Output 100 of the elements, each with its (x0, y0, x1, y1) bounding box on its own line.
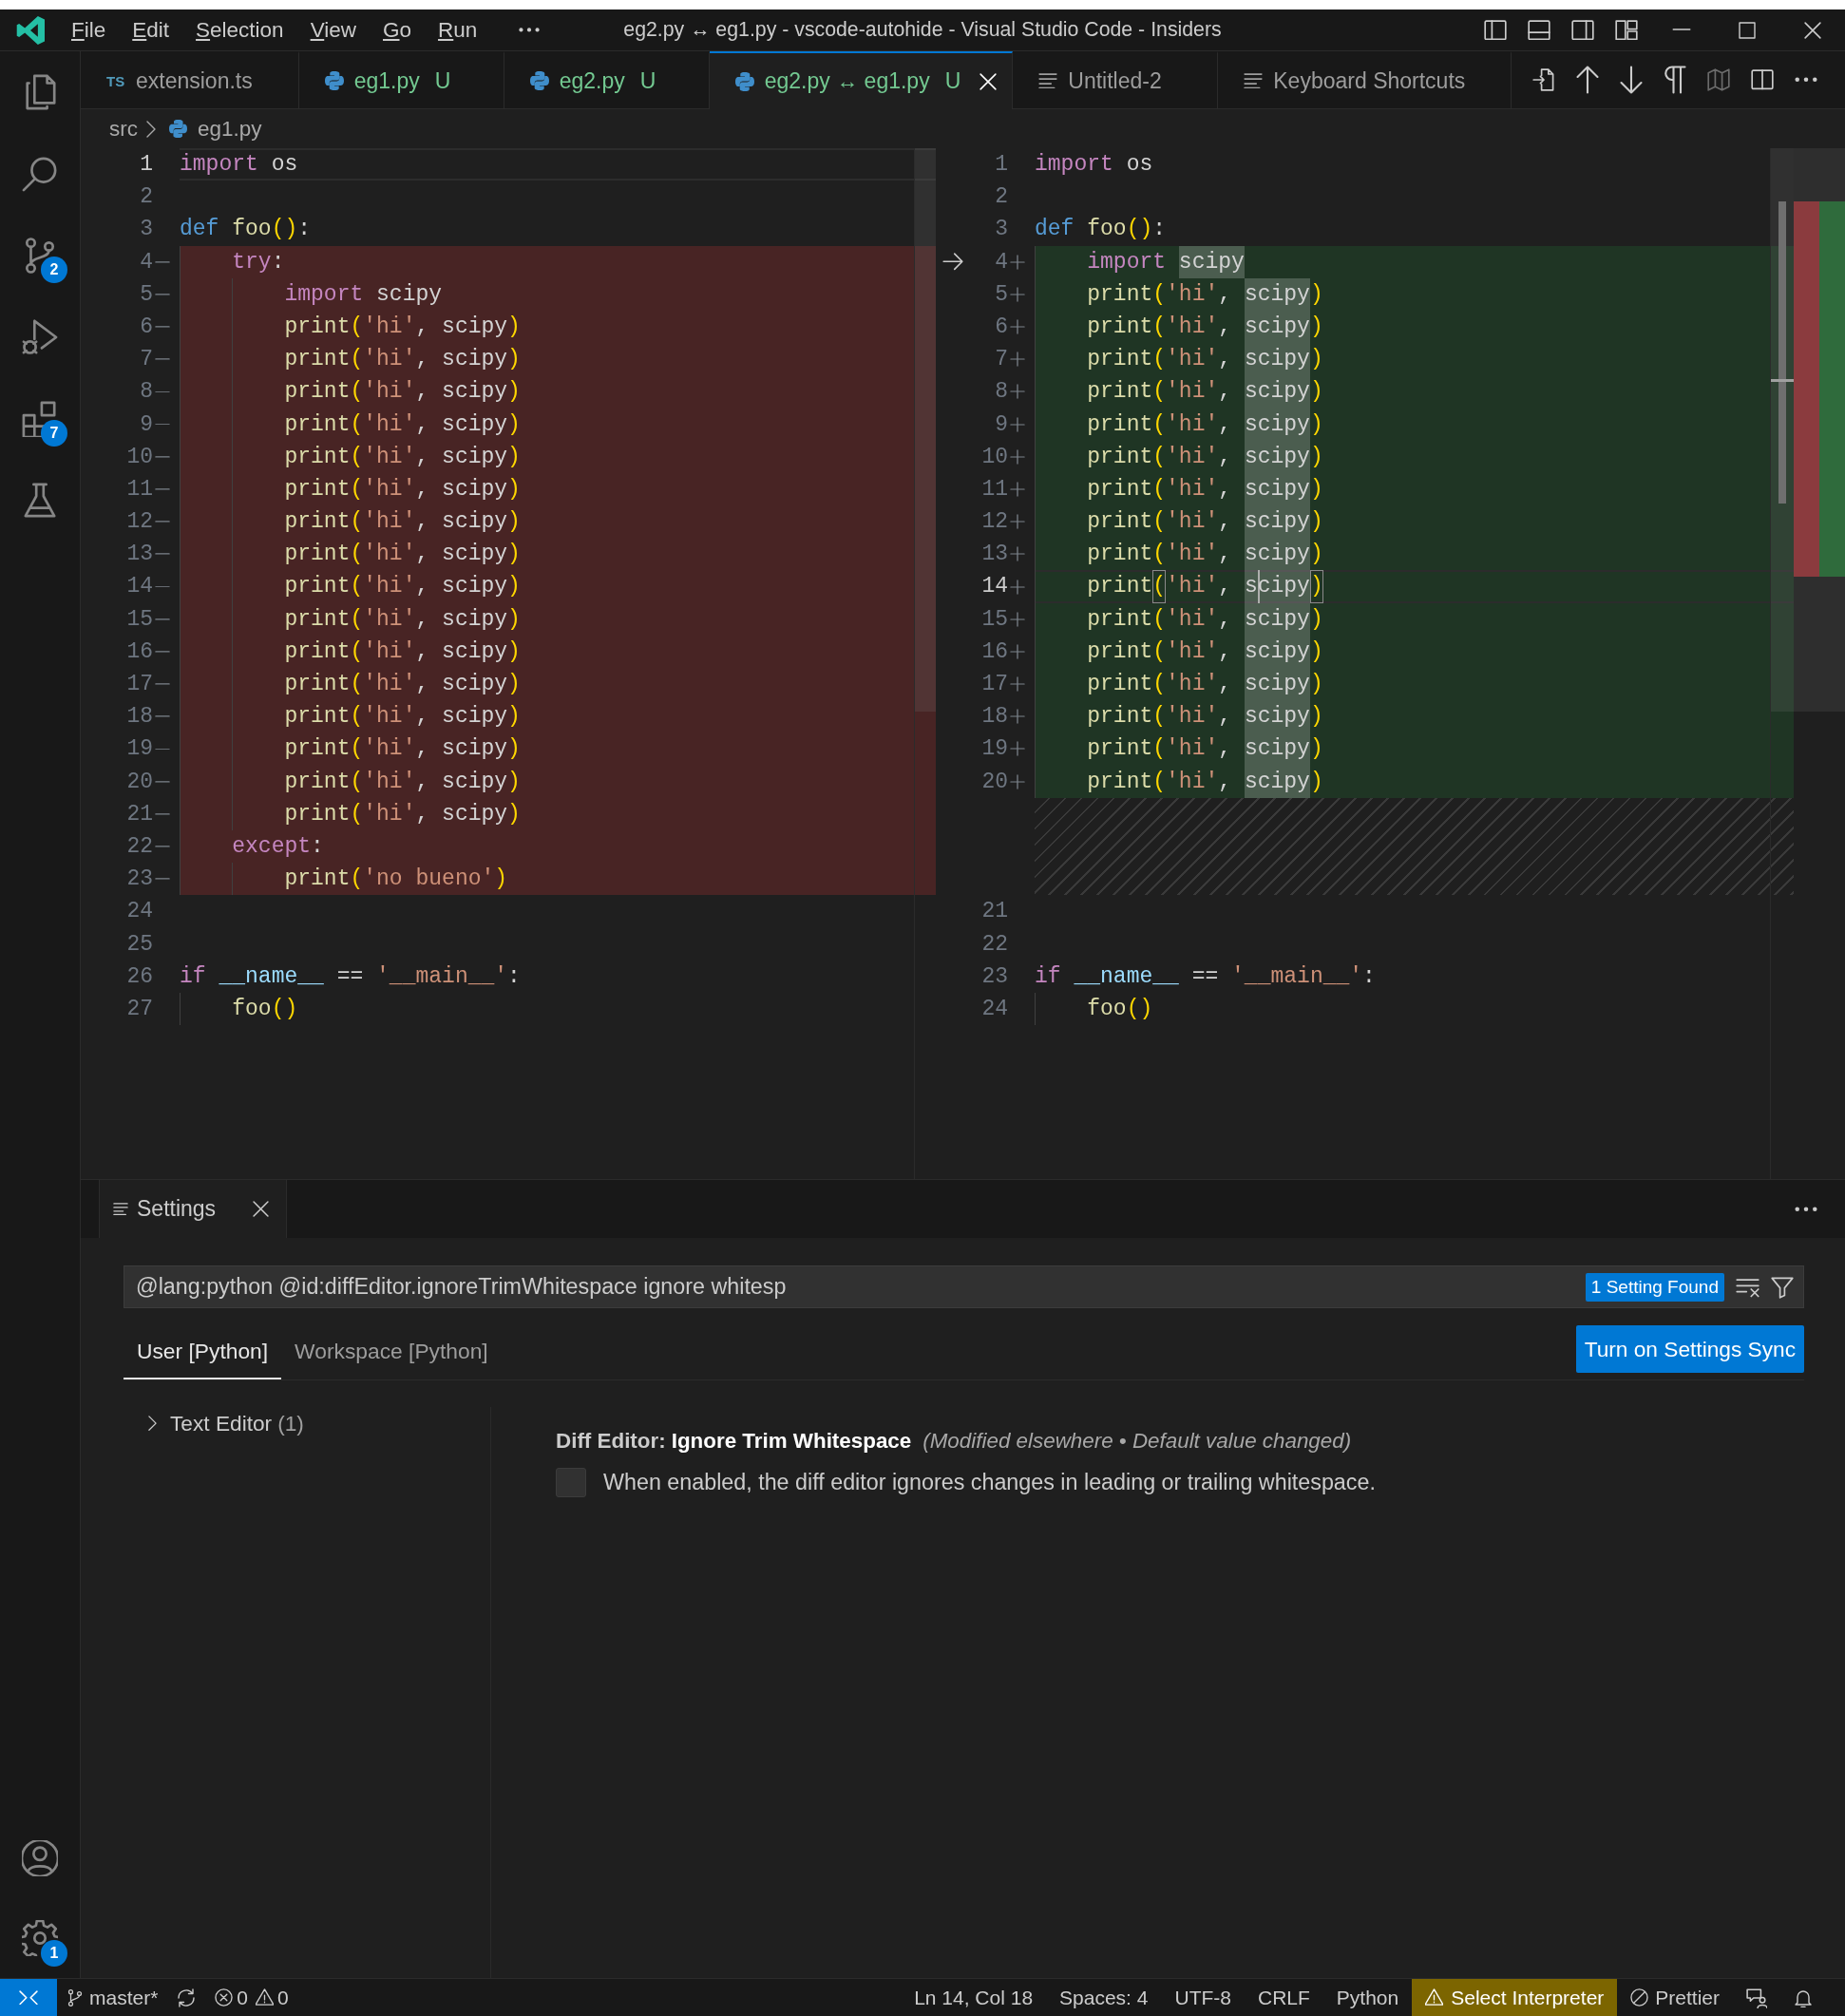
bell-icon[interactable] (1794, 1987, 1813, 2007)
line-number: 23 (981, 962, 1008, 991)
menu-item[interactable]: Edit (119, 15, 183, 45)
scope-tab[interactable]: Workspace [Python] (281, 1325, 502, 1379)
status-item[interactable]: CRLF (1245, 1979, 1323, 2016)
status-item[interactable]: Ln 14, Col 18 (901, 1979, 1047, 2016)
code-line: print('hi', scipy) (284, 346, 521, 374)
search-icon[interactable] (22, 156, 58, 192)
result-count-badge: 1 Setting Found (1585, 1272, 1724, 1302)
line-number: 25 (126, 930, 153, 959)
code-line: print('hi', scipy) (284, 671, 521, 698)
breadcrumb-item[interactable]: src (109, 116, 138, 142)
menu-item[interactable]: Run (425, 15, 491, 45)
warning-status-item[interactable]: Select Interpreter (1412, 1979, 1618, 2016)
more-icon[interactable] (1795, 1206, 1817, 1212)
line-number: 11 (126, 475, 153, 504)
search-field[interactable]: @lang:python @id:diffEditor.ignoreTrimWhitespace ignore whitesp 1 Setting Found (124, 1265, 1804, 1308)
problems-status-item[interactable]: 0 0 (205, 1979, 298, 2016)
line-number: 26 (126, 962, 153, 991)
formatter-status-item[interactable]: Prettier (1617, 1979, 1733, 2016)
minus-icon (155, 812, 170, 815)
code-line: print('hi', scipy) (1087, 602, 1323, 636)
line-number: 2 (995, 183, 1008, 212)
plus-icon (1010, 352, 1025, 368)
line-number: 22 (981, 930, 1008, 959)
file-type-icon (169, 120, 187, 138)
status-item[interactable]: Python (1322, 1979, 1413, 2016)
close-icon[interactable] (253, 1201, 269, 1217)
plus-icon (1010, 514, 1025, 530)
error-icon (215, 1988, 234, 2006)
file-type-icon: TS (106, 72, 125, 89)
warning-icon (256, 1988, 275, 2006)
sidebar-layout-icon[interactable] (1484, 19, 1507, 41)
code-line: print('hi', scipy) (1087, 472, 1323, 506)
code-line: print('hi', scipy) (284, 410, 521, 439)
branch-status-item[interactable]: master* (57, 1979, 168, 2016)
sidebar-layout-icon[interactable] (1571, 19, 1594, 41)
panel-tab[interactable]: Settings (99, 1180, 287, 1238)
sync-button[interactable]: Turn on Settings Sync (1575, 1325, 1804, 1373)
feedback-icon[interactable] (1746, 1987, 1767, 2008)
line-number: 7 (995, 346, 1008, 374)
code-line: print('hi', scipy) (284, 378, 521, 407)
minus-icon (155, 780, 170, 783)
plus-icon (1010, 481, 1025, 497)
line-number: 23 (126, 865, 153, 894)
scope-tab[interactable]: User [Python] (124, 1325, 282, 1379)
toc-item[interactable]: Text Editor (1) (124, 1407, 490, 1439)
modified-indicator: (Modified elsewhere • Default value changed) (922, 1429, 1352, 1454)
person-icon[interactable] (22, 1840, 58, 1876)
line-number: 9 (995, 410, 1008, 439)
lines-icon (1038, 72, 1058, 89)
line-number: 14 (981, 573, 1008, 601)
sync-icon[interactable] (177, 1987, 197, 2007)
maximize-icon[interactable] (1738, 21, 1756, 39)
flask-icon[interactable] (22, 483, 58, 519)
plus-icon (1010, 416, 1025, 432)
code-line: print('hi', scipy) (284, 703, 521, 732)
plus-icon (1010, 611, 1025, 627)
code-line: print('hi', scipy) (1087, 277, 1323, 311)
filter-icon[interactable] (1771, 1275, 1794, 1299)
code-line: print('hi', scipy) (284, 508, 521, 537)
count-badge: 1 (41, 1940, 67, 1967)
line-number: 24 (981, 995, 1008, 1023)
status-item[interactable]: UTF-8 (1161, 1979, 1245, 2016)
breadcrumb-item[interactable]: eg1.py (198, 116, 262, 142)
checkbox[interactable] (556, 1468, 586, 1497)
scrollbar-thumb[interactable] (1778, 201, 1786, 504)
code-line: print('hi', scipy) (1087, 765, 1323, 798)
line-number: 12 (126, 508, 153, 537)
blocks-icon[interactable] (22, 401, 58, 437)
plus-icon (1010, 579, 1025, 595)
code-line: print('hi', scipy) (284, 313, 521, 341)
code-line: import scipy (284, 280, 443, 309)
remote-button[interactable] (0, 1979, 57, 2016)
minimize-icon[interactable] (1671, 29, 1691, 31)
menu-item[interactable]: Go (370, 15, 426, 45)
menu-item[interactable]: File (58, 15, 120, 45)
menu-item[interactable]: Selection (182, 15, 297, 45)
plus-icon (1010, 286, 1025, 302)
grid-layout-icon[interactable] (1615, 19, 1638, 41)
close-icon[interactable] (1803, 21, 1821, 39)
remote-icon (19, 1989, 38, 2006)
line-number: 19 (981, 735, 1008, 764)
play-bug-icon[interactable] (22, 319, 58, 355)
more-icon[interactable] (519, 28, 541, 32)
line-number: 7 (140, 346, 153, 374)
setting-category: Diff Editor: (556, 1429, 666, 1454)
code-line: print('no bueno') (284, 865, 508, 894)
scrollbar-thumb[interactable] (915, 148, 936, 712)
status-item[interactable]: Spaces: 4 (1046, 1979, 1162, 2016)
editor-tab[interactable]: eg2.py ↔ eg1.py U (709, 51, 1014, 109)
line-number: 13 (981, 541, 1008, 569)
code-line: print('hi', scipy) (1087, 635, 1323, 668)
panel-layout-icon[interactable] (1528, 19, 1550, 41)
arrow-icon[interactable] (942, 253, 963, 271)
code-line: foo() (1087, 995, 1153, 1023)
app-logo-icon (16, 15, 45, 45)
menu-item[interactable]: View (296, 15, 370, 45)
line-number: 15 (981, 605, 1008, 634)
line-number: 14 (126, 573, 153, 601)
